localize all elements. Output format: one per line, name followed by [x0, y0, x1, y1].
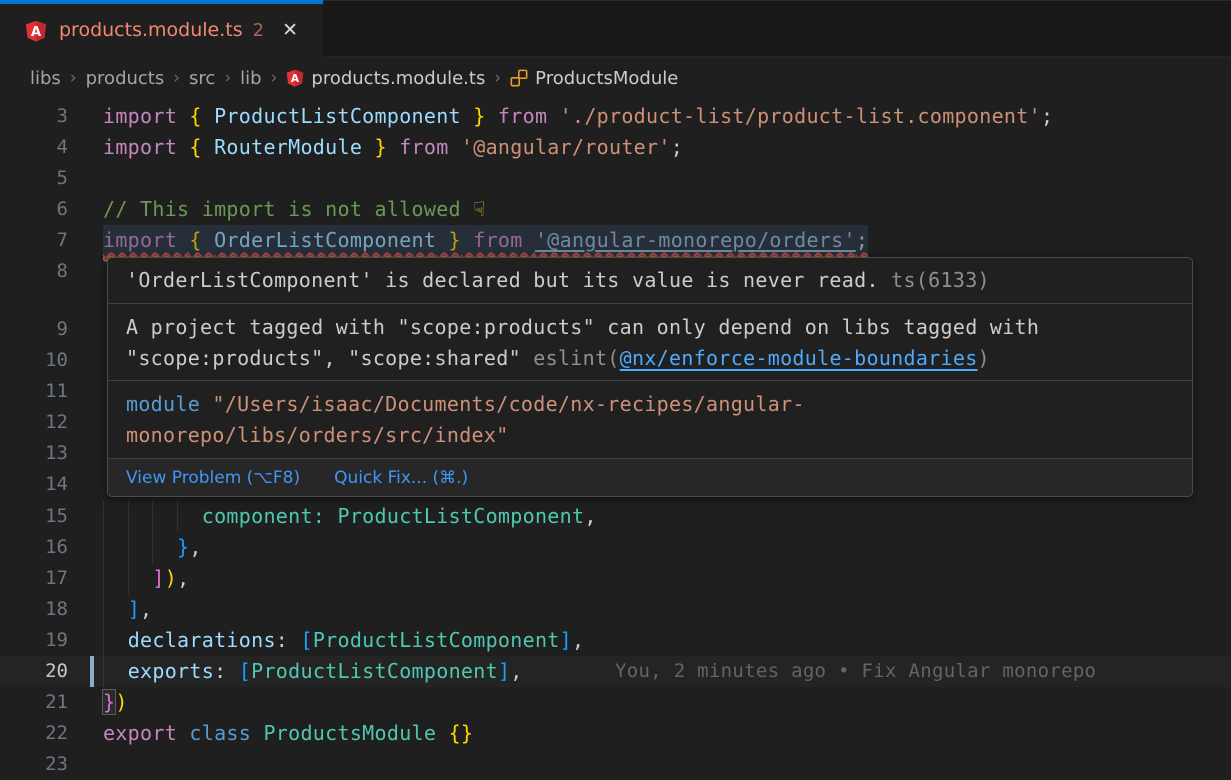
code-line-17[interactable]: 17 ]), — [0, 563, 1231, 594]
eslint-rule-link[interactable]: @nx/enforce-module-boundaries — [620, 346, 978, 370]
module-keyword: module — [126, 392, 200, 416]
eslint-message-line2: "scope:products", "scope:shared" — [126, 346, 533, 370]
code-line-6[interactable]: 6 // This import is not allowed ☟ — [0, 194, 1231, 225]
line-number: 23 — [0, 749, 68, 779]
code-line-19[interactable]: 19 declarations: [ProductListComponent], — [0, 625, 1231, 656]
code-line-15[interactable]: 15 component: ProductListComponent, — [0, 501, 1231, 532]
code-line-21[interactable]: 21}) — [0, 687, 1231, 718]
line-number: 7 — [0, 225, 68, 256]
line-number: 17 — [0, 563, 68, 594]
chevron-right-icon: › — [215, 68, 240, 88]
line-number: 5 — [0, 163, 68, 194]
breadcrumb-item-file[interactable]: A products.module.ts — [286, 68, 485, 89]
chevron-right-icon: › — [262, 68, 287, 88]
chevron-right-icon: › — [164, 68, 189, 88]
code-text: ], — [103, 594, 152, 625]
line-number: 11 — [0, 376, 68, 407]
tab-problem-count-badge: 2 — [253, 20, 264, 41]
git-blame-annotation: You, 2 minutes ago • Fix Angular monorep… — [615, 656, 1096, 687]
line-number: 10 — [0, 345, 68, 376]
line-number: 4 — [0, 132, 68, 163]
error-squiggle: import { OrderListComponent } from '@ang… — [103, 228, 868, 252]
code-line-5[interactable]: 5 — [0, 163, 1231, 194]
ts-diagnostic-source: ts(6133) — [891, 268, 990, 292]
code-line-23[interactable]: 23 — [0, 749, 1231, 779]
line-number: 6 — [0, 194, 68, 225]
eslint-diagnostic-row: A project tagged with "scope:products" c… — [108, 303, 1192, 380]
line-number: 21 — [0, 687, 68, 718]
line-number: 22 — [0, 718, 68, 749]
code-line-22[interactable]: 22 export class ProductsModule {} — [0, 718, 1231, 749]
code-text: }, — [103, 532, 202, 563]
tab-bar: A products.module.ts 2 ✕ — [0, 0, 1231, 57]
breadcrumb-item-products[interactable]: products — [86, 68, 165, 89]
chevron-right-icon: › — [485, 68, 510, 88]
hover-action-bar: View Problem (⌥F8) Quick Fix... (⌘.) — [108, 458, 1192, 496]
line-number: 13 — [0, 438, 68, 469]
line-number: 16 — [0, 532, 68, 563]
view-problem-action[interactable]: View Problem (⌥F8) — [126, 468, 300, 488]
breadcrumb: libs › products › src › lib › A products… — [0, 57, 1231, 99]
line-number: 9 — [0, 314, 68, 345]
line-number: 12 — [0, 407, 68, 438]
code-text: exports: [ProductListComponent], — [103, 656, 523, 687]
module-info-row: module "/Users/isaac/Documents/code/nx-r… — [108, 380, 1192, 458]
code-line-18[interactable]: 18 ], — [0, 594, 1231, 625]
code-line-20[interactable]: 20 exports: [ProductListComponent], You, … — [0, 656, 1231, 687]
code-text: import { RouterModule } from '@angular/r… — [103, 132, 683, 163]
tab-title: products.module.ts — [59, 19, 243, 41]
symbol-class-icon — [510, 69, 528, 87]
ts-diagnostic-message: 'OrderListComponent' is declared but its… — [126, 268, 879, 292]
code-text: component: ProductListComponent, — [103, 501, 597, 532]
eslint-source-close: ) — [978, 346, 990, 370]
module-path-line1: "/Users/isaac/Documents/code/nx-recipes/… — [200, 392, 805, 416]
svg-text:A: A — [31, 25, 42, 40]
line-number: 19 — [0, 625, 68, 656]
breadcrumb-item-lib[interactable]: lib — [240, 68, 261, 89]
eslint-source-open: eslint( — [533, 346, 619, 370]
git-modified-gutter-bar — [90, 656, 94, 687]
code-line-7[interactable]: 7 import { OrderListComponent } from '@an… — [0, 225, 1231, 256]
code-line-16[interactable]: 16 }, — [0, 532, 1231, 563]
line-number: 15 — [0, 501, 68, 532]
hover-tooltip: 'OrderListComponent' is declared but its… — [107, 257, 1193, 497]
tab-products-module[interactable]: A products.module.ts 2 ✕ — [0, 1, 323, 59]
ts-diagnostic-row: 'OrderListComponent' is declared but its… — [108, 258, 1192, 303]
quick-fix-action[interactable]: Quick Fix... (⌘.) — [334, 468, 468, 488]
eslint-message-line1: A project tagged with "scope:products" c… — [126, 315, 1039, 339]
line-number: 20 — [0, 656, 68, 687]
code-text: import { ProductListComponent } from './… — [103, 101, 1053, 132]
breadcrumb-item-libs[interactable]: libs — [30, 68, 61, 89]
svg-text:A: A — [291, 73, 300, 85]
vscode-window: A products.module.ts 2 ✕ libs › products… — [0, 0, 1231, 780]
line-number: 18 — [0, 594, 68, 625]
active-tab-indicator — [0, 0, 323, 4]
close-icon[interactable]: ✕ — [282, 21, 298, 40]
line-number: 3 — [0, 101, 68, 132]
line-number: 14 — [0, 469, 68, 500]
line-number: 8 — [0, 256, 68, 287]
breadcrumb-item-src[interactable]: src — [189, 68, 215, 89]
code-text: // This import is not allowed ☟ — [103, 194, 486, 225]
code-line-4[interactable]: 4 import { RouterModule } from '@angular/… — [0, 132, 1231, 163]
code-line-3[interactable]: 3 import { ProductListComponent } from '.… — [0, 101, 1231, 132]
code-text: import { OrderListComponent } from '@ang… — [103, 225, 868, 256]
code-text: ]), — [103, 563, 189, 594]
code-text: declarations: [ProductListComponent], — [103, 625, 584, 656]
code-text: export class ProductsModule {} — [103, 718, 473, 749]
chevron-right-icon: › — [61, 68, 86, 88]
breadcrumb-symbol-label: ProductsModule — [535, 68, 678, 89]
code-editor[interactable]: 3 import { ProductListComponent } from '.… — [0, 99, 1231, 779]
breadcrumb-file-label: products.module.ts — [311, 68, 485, 89]
breadcrumb-item-symbol[interactable]: ProductsModule — [510, 68, 678, 89]
module-path-line2: monorepo/libs/orders/src/index" — [126, 423, 509, 447]
code-text: }) — [103, 687, 128, 718]
angular-icon: A — [25, 20, 47, 42]
angular-icon: A — [286, 69, 304, 87]
